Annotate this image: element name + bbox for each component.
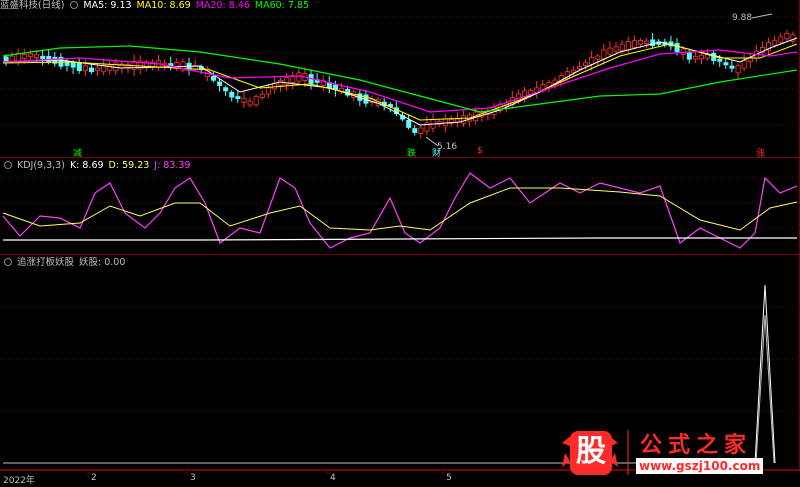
watermark-url: www.gszj100.com: [636, 458, 764, 474]
settings-circle-icon[interactable]: [70, 1, 79, 9]
settings-circle-icon[interactable]: [4, 258, 12, 266]
yaogu-title: 追涨打板妖股: [17, 257, 75, 268]
settings-circle-icon[interactable]: [4, 161, 12, 169]
date-label-mar: 3: [190, 473, 196, 483]
signal-marker-dollar: $: [477, 146, 483, 156]
date-label-feb: 2: [91, 473, 97, 483]
ma60-label: MA60: 7.85: [254, 0, 310, 11]
price-chart-canvas[interactable]: [0, 0, 800, 158]
kdj-title: KDJ(9,3,3): [17, 160, 65, 171]
stock-title: 蓝盛科技(日线): [0, 0, 65, 11]
yaogu-value: 妖股: 0.00: [79, 257, 126, 268]
date-label-2022: 2022年: [3, 476, 35, 486]
date-label-apr: 4: [330, 473, 336, 483]
gszj-watermark: 股 公式之家 www.gszj100.com: [560, 425, 790, 480]
watermark-title: 公式之家: [640, 433, 753, 458]
ma10-label: MA10: 8.69: [136, 0, 191, 11]
price-chart-header: 蓝盛科技(日线) MA5: 9.13 MA10: 8.69 MA20: 8.46 MA6…: [0, 0, 314, 12]
kdj-chart-canvas[interactable]: [0, 158, 800, 255]
kdj-indicator-panel[interactable]: KDJ(9,3,3) K: 8.69 D: 59.23 J: 83.39: [0, 158, 800, 255]
date-label-may: 5: [446, 473, 452, 483]
kdj-d-value: D: 59.23: [108, 160, 150, 171]
high-price-label: 9.88: [732, 13, 753, 23]
kdj-k-value: K: 8.69: [69, 160, 104, 171]
kdj-header: KDJ(9,3,3) K: 8.69 D: 59.23 J: 83.39: [0, 160, 196, 172]
ma5-label: MA5: 9.13: [83, 0, 132, 11]
yaogu-header: 追涨打板妖股 妖股: 0.00: [0, 257, 130, 269]
price-chart-panel[interactable]: 蓝盛科技(日线) MA5: 9.13 MA10: 8.69 MA20: 8.46 MA6…: [0, 0, 800, 159]
watermark-logo: 股: [576, 434, 606, 469]
ma20-label: MA20: 8.46: [195, 0, 250, 11]
kdj-j-value: J: 83.39: [154, 160, 191, 171]
